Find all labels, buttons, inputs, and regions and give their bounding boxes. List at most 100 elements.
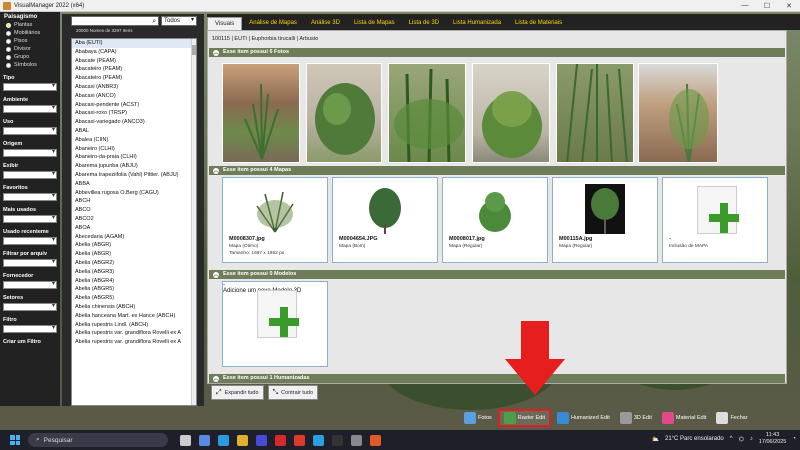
photos-group-header[interactable]: ︿ Esse item possui 6 Fotos <box>209 48 785 57</box>
tab-an-lise-3d[interactable]: Análise 3D <box>304 17 347 30</box>
search-icon[interactable]: ⌕ <box>152 17 156 26</box>
list-item[interactable]: Abarema jupunba (ABJU) <box>72 162 196 171</box>
map-card[interactable]: M00115A.jpg Mapa (Regular) <box>552 177 658 263</box>
teams-icon[interactable] <box>256 434 267 446</box>
category-option[interactable]: Símbolos <box>0 61 60 69</box>
chat-icon[interactable] <box>332 434 343 446</box>
models-group-header[interactable]: ︿ Esse item possui 0 Modelos <box>209 270 785 279</box>
map-card[interactable]: M0008307.jpg Mapa (Ótimo) Tamanho: 1667 … <box>222 177 328 263</box>
filter-select[interactable] <box>3 214 57 223</box>
filter-select[interactable] <box>3 324 57 333</box>
copilot-icon[interactable] <box>199 434 210 446</box>
taskbar-search[interactable]: ⌕ Pesquisar <box>28 433 168 447</box>
filter-select[interactable] <box>3 104 57 113</box>
category-option[interactable]: Plantas <box>0 21 60 29</box>
tab-lista-humanizada[interactable]: Lista Humanizada <box>446 17 508 30</box>
tab-lista-de-materiais[interactable]: Lista de Materiais <box>508 17 569 30</box>
filter-select[interactable] <box>3 192 57 201</box>
list-item[interactable]: Abbevillea rugosa O.Berg (CAGU) <box>72 189 196 198</box>
radio-icon[interactable] <box>6 54 11 60</box>
list-item[interactable]: Abelia (ABGR2) <box>72 259 196 268</box>
list-item[interactable]: Abelia hanceana Mart. ex Hance (ABCH) <box>72 312 196 321</box>
filter-select[interactable] <box>3 82 57 91</box>
category-option[interactable]: Grupo <box>0 53 60 61</box>
notification-icon[interactable]: ◔ <box>792 436 796 442</box>
radio-icon[interactable] <box>6 38 11 44</box>
list-item[interactable]: Abacaxi-variegado (ANCO3) <box>72 118 196 127</box>
list-item[interactable]: Abaneiro (CLHI) <box>72 145 196 154</box>
map-card[interactable]: M0004654.JPG Mapa (Bom) <box>332 177 438 263</box>
list-item[interactable]: Abelia (ABGR4) <box>72 277 196 286</box>
3d-edit-button[interactable]: 3D Edit <box>616 409 656 427</box>
list-item[interactable]: Abacateiro (PEAM) <box>72 74 196 83</box>
filter-select[interactable] <box>3 258 57 267</box>
clock[interactable]: 11:43 17/06/2025 <box>759 432 787 446</box>
photo-thumbnail[interactable] <box>472 63 550 163</box>
list-item[interactable]: Abalea (CIIN) <box>72 136 196 145</box>
material-edit-button[interactable]: Material Edit <box>658 409 711 427</box>
task-view-icon[interactable] <box>180 434 191 446</box>
list-item[interactable]: Abelia chinensis (ABCH) <box>72 303 196 312</box>
weather-icon[interactable]: ⛅ <box>652 436 659 443</box>
app-icon[interactable] <box>351 434 362 446</box>
list-item[interactable]: Ababaya (CAPA) <box>72 48 196 57</box>
humanized-group-header[interactable]: ︿ Esse item possui 1 Humanizadas <box>209 374 785 383</box>
humanized-edit-button[interactable]: Humanized Edit <box>553 409 614 427</box>
photo-thumbnail[interactable] <box>222 63 300 163</box>
list-item[interactable]: Abacate (PEAM) <box>72 57 196 66</box>
file-explorer-icon[interactable] <box>237 434 248 446</box>
collapse-all-button[interactable]: ⤡ Contrair tudo <box>267 385 318 400</box>
radio-icon[interactable] <box>6 46 11 52</box>
list-item[interactable]: ABCO2 <box>72 215 196 224</box>
edge-icon[interactable] <box>218 434 229 446</box>
tab-lista-de-3d[interactable]: Lista de 3D <box>402 17 446 30</box>
tab-lista-de-mapas[interactable]: Lista de Mapas <box>347 17 402 30</box>
list-item[interactable]: ABBA <box>72 180 196 189</box>
category-option[interactable]: Pisos <box>0 37 60 45</box>
list-item[interactable]: ABCO <box>72 206 196 215</box>
list-item[interactable]: Abacaxi (ANBR3) <box>72 83 196 92</box>
fotos-button[interactable]: Fotos <box>460 409 496 427</box>
app-icon[interactable] <box>275 434 286 446</box>
map-card[interactable]: M0008017.jpg Mapa (Regular) <box>442 177 548 263</box>
list-item[interactable]: Abelia rupestris Lindl. (ABCH) <box>72 321 196 330</box>
tab-visuais[interactable]: Visuais <box>207 17 243 30</box>
collapse-icon[interactable]: ︿ <box>213 167 219 174</box>
list-item[interactable]: Abelia (ABGR) <box>72 250 196 259</box>
raster-edit-button[interactable]: Raster Edit <box>497 409 551 427</box>
list-item[interactable]: ABOA <box>72 224 196 233</box>
youtube-icon[interactable] <box>294 434 305 446</box>
list-item[interactable]: ABAL <box>72 127 196 136</box>
tab-an-lise-de-mapas[interactable]: Análise de Mapas <box>242 17 304 30</box>
list-item[interactable]: Abacaxi-roxo (TRSP) <box>72 109 196 118</box>
windows-start-icon[interactable] <box>10 435 20 445</box>
collapse-icon[interactable]: ︿ <box>213 49 219 56</box>
expand-all-button[interactable]: ⤢ Expandir tudo <box>211 385 264 400</box>
collapse-icon[interactable]: ︿ <box>213 271 219 278</box>
add-map-card[interactable]: - Inclusão de MAPA <box>662 177 768 263</box>
photo-thumbnail[interactable] <box>556 63 634 163</box>
filter-select[interactable] <box>3 126 57 135</box>
collapse-icon[interactable]: ︿ <box>213 375 219 382</box>
search-input[interactable]: ⌕ <box>71 16 159 26</box>
names-scrollbar[interactable] <box>191 39 196 405</box>
fechar-button[interactable]: Fechar <box>712 409 751 427</box>
photo-thumbnail[interactable] <box>638 63 718 163</box>
list-item[interactable]: Abelia (ABGR) <box>72 241 196 250</box>
filter-select[interactable] <box>3 236 57 245</box>
add-model-card[interactable]: - Adicione um novo Modelo 3D <box>222 281 328 367</box>
maximize-button[interactable]: ☐ <box>756 2 778 10</box>
scope-select[interactable]: Todos <box>161 16 197 26</box>
list-item[interactable]: ABCH <box>72 197 196 206</box>
radio-icon[interactable] <box>6 62 11 68</box>
filter-select[interactable] <box>3 170 57 179</box>
filter-select[interactable] <box>3 302 57 311</box>
list-item[interactable]: Abelia (ABGR5) <box>72 285 196 294</box>
photo-thumbnail[interactable] <box>306 63 382 163</box>
list-item[interactable]: Abelia (ABGR5) <box>72 294 196 303</box>
weather-text[interactable]: 21°C Parc ensolarado <box>665 436 724 442</box>
radio-icon[interactable] <box>6 30 11 36</box>
close-button[interactable]: ✕ <box>778 2 800 10</box>
list-item[interactable]: Abelia rupestris var. grandiflora Rovell… <box>72 329 196 338</box>
network-icon[interactable]: ⌬ <box>739 436 744 443</box>
